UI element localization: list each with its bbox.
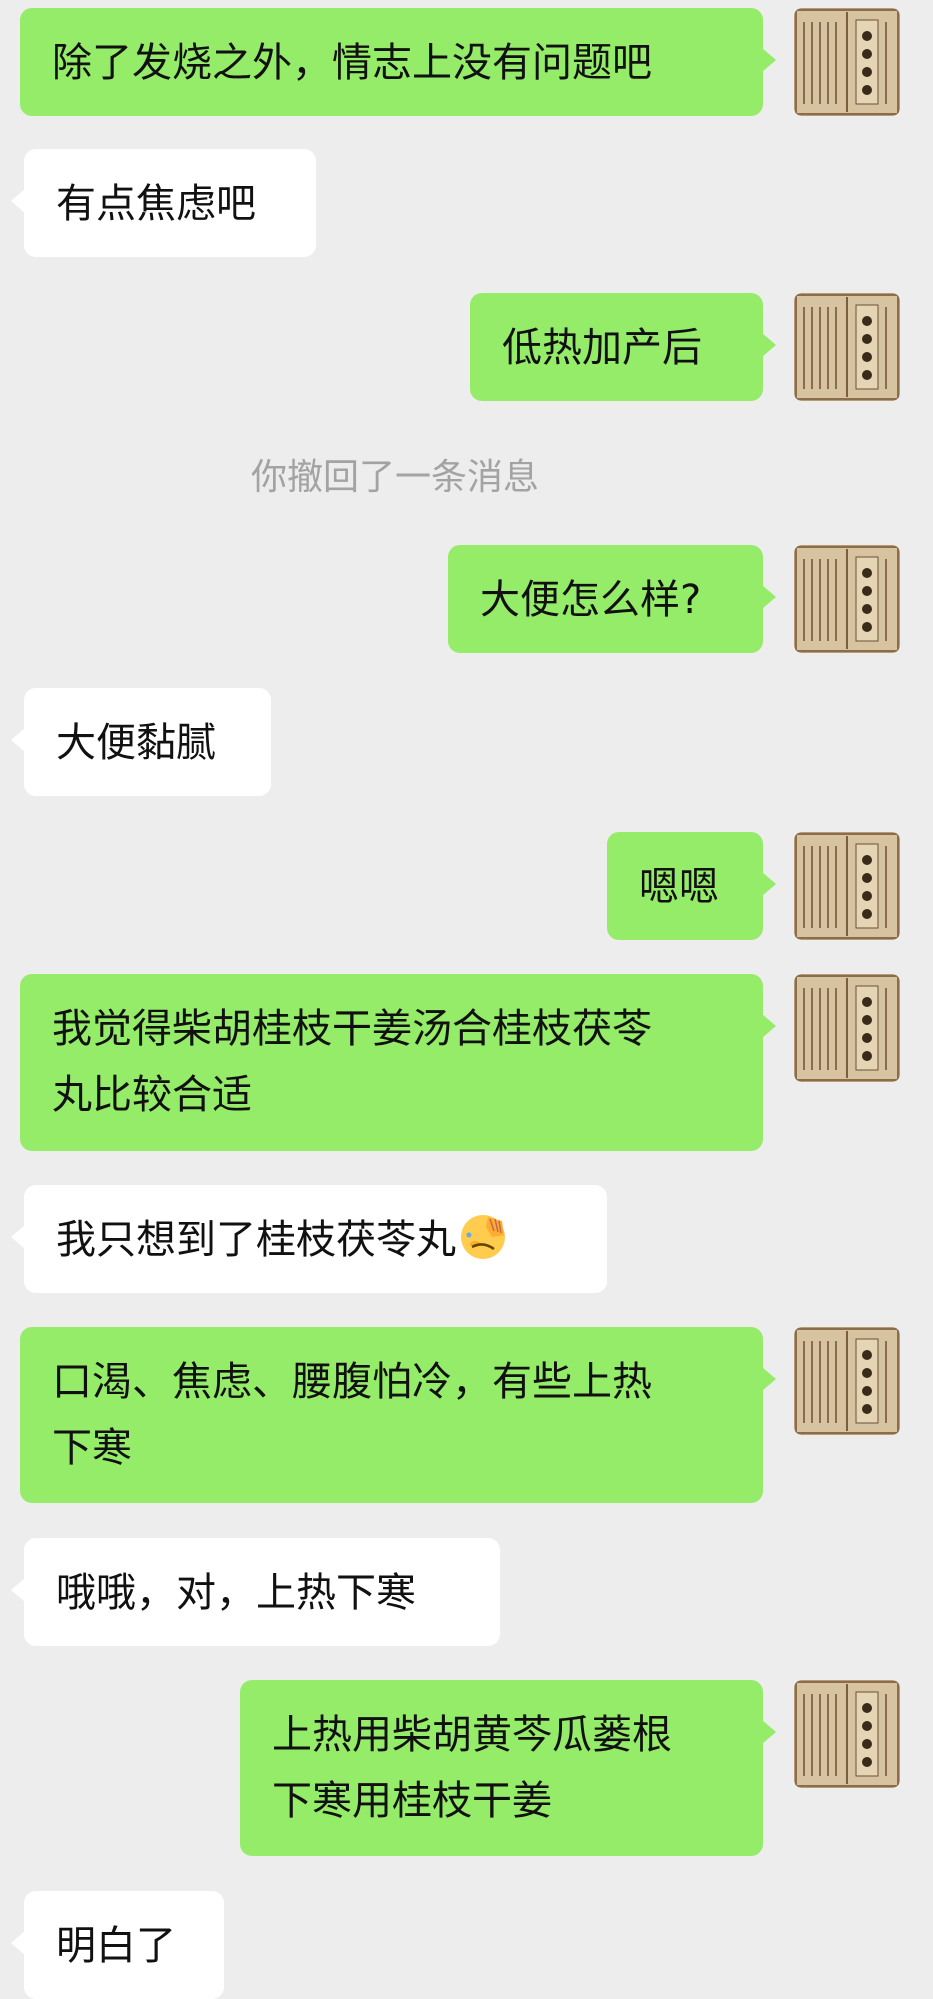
avatar[interactable] [794,1327,900,1435]
chat-area: 除了发烧之外，情志上没有问题吧 有点焦虑吧 低热加产后 你撤回了一条消息 大便怎… [0,0,933,1999]
sent-message[interactable]: 上热用柴胡黄芩瓜蒌根 下寒用桂枝干姜 [240,1680,776,1856]
message-text: 我只想到了桂枝茯苓丸 [56,1217,456,1263]
book-cover-icon [794,293,900,401]
avatar[interactable] [794,832,900,940]
sent-message[interactable]: 大便怎么样? [448,545,776,653]
received-message[interactable]: 我只想到了桂枝茯苓丸 [11,1185,607,1293]
avatar[interactable] [794,8,900,116]
book-cover-icon [794,974,900,1082]
sent-message[interactable]: 低热加产后 [470,293,776,401]
facepalm-emoji [461,1215,505,1259]
sent-message[interactable]: 口渴、焦虑、腰腹怕冷，有些上热 下寒 [20,1327,776,1503]
sent-message[interactable]: 除了发烧之外，情志上没有问题吧 [20,8,776,116]
avatar[interactable] [794,974,900,1082]
avatar[interactable] [794,1680,900,1788]
book-cover-icon [794,832,900,940]
recall-notice: 你撤回了一条消息 [250,457,539,498]
received-message[interactable]: 哦哦，对，上热下寒 [11,1538,500,1646]
book-cover-icon [794,1327,900,1435]
sent-message[interactable]: 我觉得柴胡桂枝干姜汤合桂枝茯苓 丸比较合适 [20,974,776,1151]
book-cover-icon [794,1680,900,1788]
avatar[interactable] [794,545,900,653]
received-message[interactable]: 大便黏腻 [11,688,271,796]
received-message[interactable]: 明白了 [11,1891,224,1999]
avatar[interactable] [794,293,900,401]
book-cover-icon [794,8,900,116]
received-message[interactable]: 有点焦虑吧 [11,149,316,257]
sent-message[interactable]: 嗯嗯 [607,832,776,940]
book-cover-icon [794,545,900,653]
